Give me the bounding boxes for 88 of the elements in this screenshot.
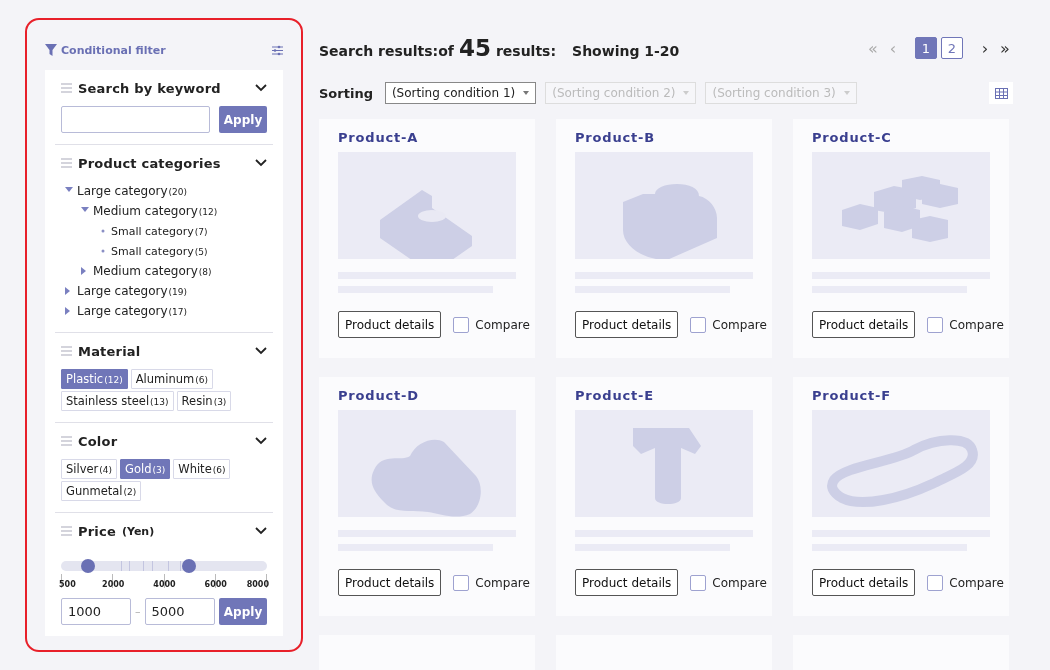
compare-label[interactable]: Compare: [712, 317, 767, 332]
details-button[interactable]: Product details: [812, 311, 916, 338]
product-name[interactable]: Product-B: [575, 119, 753, 152]
bullet-icon: [101, 249, 105, 253]
checkbox[interactable]: [927, 316, 944, 333]
filter-chip[interactable]: Gunmetal(2): [61, 481, 142, 501]
product-name[interactable]: Product-A: [338, 119, 516, 152]
section-title: Price: [78, 523, 116, 539]
details-button[interactable]: Product details: [338, 569, 442, 596]
tick-label: 4000: [152, 580, 177, 589]
chevron-down-icon[interactable]: [255, 526, 267, 536]
slider-handle[interactable]: [181, 559, 196, 573]
filter-icon: [45, 44, 57, 56]
details-button[interactable]: Product details: [575, 569, 679, 596]
compare-label[interactable]: Compare: [475, 317, 530, 332]
max-price-field[interactable]: 5000: [144, 598, 215, 625]
page-button[interactable]: 1: [915, 37, 937, 59]
chevron-down-icon[interactable]: [255, 83, 267, 93]
chevron-down-icon[interactable]: [255, 436, 267, 446]
section-title: Product categories: [78, 155, 221, 171]
apply-button[interactable]: Apply: [219, 106, 267, 133]
product-name[interactable]: Product-F: [812, 377, 990, 410]
drag-handle-icon: [61, 346, 72, 356]
tick-label: 500: [59, 580, 77, 589]
filter-chip[interactable]: White(6): [173, 459, 231, 479]
next-page-button[interactable]: ›: [977, 38, 993, 58]
tick-label: 6000: [203, 580, 228, 589]
product-name[interactable]: Product-C: [812, 119, 990, 152]
compare-label[interactable]: Compare: [949, 575, 1004, 590]
category-item[interactable]: Large category(17): [77, 304, 188, 318]
section-title: Color: [78, 433, 118, 449]
page-button[interactable]: 2: [941, 37, 963, 59]
bullet-icon: [101, 229, 105, 233]
checkbox[interactable]: [690, 316, 707, 333]
checkbox[interactable]: [690, 574, 707, 591]
caret-icon: [523, 91, 530, 95]
category-item[interactable]: Large category(19): [77, 284, 188, 298]
category-item[interactable]: Small category(7): [111, 224, 208, 238]
details-button[interactable]: Product details: [575, 311, 679, 338]
caret-icon: [683, 91, 690, 95]
category-item[interactable]: Small category(5): [111, 244, 208, 258]
section-title: Material: [78, 343, 141, 359]
showing-range: Showing 1-20: [572, 43, 680, 59]
chevron-down-icon[interactable]: [255, 346, 267, 356]
category-item[interactable]: Medium category(12): [93, 204, 218, 218]
sorting-label: Sorting: [319, 85, 373, 101]
tick-label: 2000: [101, 580, 126, 589]
sort-dropdown[interactable]: (Sorting condition 1): [384, 82, 537, 104]
checkbox[interactable]: [453, 574, 470, 591]
filter-chip[interactable]: Resin(3): [176, 391, 232, 411]
compare-label[interactable]: Compare: [949, 317, 1004, 332]
filter-chip[interactable]: Aluminum(6): [130, 369, 213, 389]
filter-chip[interactable]: Silver(4): [61, 459, 118, 479]
checkbox[interactable]: [927, 574, 944, 591]
min-price-field[interactable]: 1000: [61, 598, 131, 625]
product-name[interactable]: Product-E: [575, 377, 753, 410]
settings-icon: [272, 44, 283, 56]
details-button[interactable]: Product details: [338, 311, 442, 338]
apply-button[interactable]: Apply: [219, 598, 267, 625]
grid-icon: [994, 87, 1008, 99]
product-name[interactable]: Product-D: [338, 377, 516, 410]
slider-handle[interactable]: [80, 559, 95, 573]
drag-handle-icon: [61, 436, 72, 446]
filter-chip[interactable]: Stainless steel(13): [61, 391, 174, 411]
results-label: Search results:of: [319, 43, 454, 59]
filter-chip[interactable]: Plastic(12): [61, 369, 128, 389]
results-count: 45: [458, 35, 491, 61]
compare-label[interactable]: Compare: [712, 575, 767, 590]
chevron-down-icon[interactable]: [255, 158, 267, 168]
unit-label: (Yen): [121, 524, 155, 538]
category-item[interactable]: Medium category(8): [93, 264, 212, 278]
drag-handle-icon: [61, 158, 72, 168]
last-page-button[interactable]: »: [997, 38, 1013, 58]
drag-handle-icon: [61, 83, 72, 93]
filter-title: Conditional filter: [61, 43, 166, 57]
category-item[interactable]: Large category(20): [77, 184, 188, 198]
filter-chip[interactable]: Gold(3): [120, 459, 171, 479]
checkbox[interactable]: [453, 316, 470, 333]
drag-handle-icon: [61, 526, 72, 536]
caret-icon: [843, 91, 850, 95]
keyword-field[interactable]: [61, 106, 210, 133]
grid-view-button[interactable]: [989, 82, 1013, 104]
results-label: results:: [495, 43, 557, 59]
range-separator: –: [135, 605, 141, 618]
compare-label[interactable]: Compare: [475, 575, 530, 590]
section-title: Search by keyword: [78, 80, 221, 96]
tick-label: 8000: [245, 580, 269, 589]
details-button[interactable]: Product details: [812, 569, 916, 596]
